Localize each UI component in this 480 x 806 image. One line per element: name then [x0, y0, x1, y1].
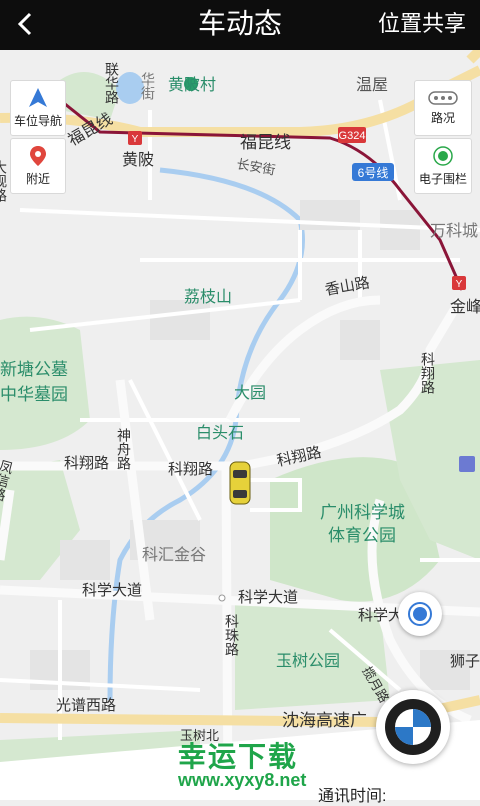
- map-label: 神舟路: [116, 428, 132, 470]
- map-label: 科学大道: [238, 589, 298, 606]
- nearby-button[interactable]: 附近: [10, 138, 66, 194]
- map-label: 大观路: [0, 160, 8, 202]
- metro-line-badge-label: 6号线: [358, 166, 389, 180]
- map-canvas: Y Y G324 6号线 黄陂村 温屋 福昆线 福昆线 黄陂 长安街 万科城 金…: [0, 46, 480, 801]
- map-label: 荔枝山: [184, 288, 232, 306]
- location-share-button[interactable]: 位置共享: [378, 8, 466, 40]
- svg-text:Y: Y: [456, 279, 463, 290]
- geofence-button[interactable]: 电子围栏: [414, 138, 472, 194]
- map-label: 联华路: [104, 62, 120, 104]
- map-label: 福昆线: [240, 133, 291, 152]
- location-dot-icon: [408, 602, 432, 626]
- map-label: 黄陂: [122, 151, 154, 169]
- bmw-logo-icon: [385, 699, 441, 755]
- map-label: 科学大道: [82, 582, 142, 599]
- map-label: 黄陂村: [168, 76, 216, 94]
- traffic-icon: [428, 91, 458, 105]
- watermark-text: 幸运下载: [178, 741, 299, 772]
- top-bar: 车动态 位置共享: [0, 0, 480, 50]
- geofence-icon: [433, 146, 453, 166]
- traffic-label: 路况: [430, 111, 455, 125]
- location-pin-icon: [30, 146, 46, 166]
- locate-me-button[interactable]: [398, 592, 442, 636]
- communication-time-label: 通讯时间:: [318, 788, 387, 805]
- map-view[interactable]: Y Y G324 6号线 黄陂村 温屋 福昆线 福昆线 黄陂 长安街 万科城 金…: [0, 46, 480, 801]
- map-label: 科翔路: [168, 461, 213, 478]
- car-icon[interactable]: [229, 461, 251, 505]
- map-label: 科珠路: [224, 614, 240, 656]
- map-label: 科翔路: [64, 455, 109, 472]
- map-label: 体育公园: [328, 526, 396, 545]
- watermark-url: www.xyxy8.net: [178, 770, 307, 790]
- svg-text:Y: Y: [132, 134, 139, 145]
- metro-station-icon: Y: [128, 131, 142, 145]
- map-label: 科学大: [358, 607, 403, 624]
- route-badge-label: G324: [339, 130, 366, 142]
- map-label: 广州科学城: [320, 503, 405, 522]
- map-label: 白头石: [196, 424, 244, 442]
- park-area: [0, 316, 90, 450]
- nearby-label: 附近: [25, 172, 50, 186]
- map-label: 万科城: [430, 222, 478, 240]
- traffic-button[interactable]: 路况: [414, 80, 472, 136]
- road-marker: [218, 594, 226, 602]
- map-label: 华街: [140, 72, 156, 100]
- map-label: 中华墓园: [0, 385, 68, 404]
- map-label: 狮子: [450, 653, 480, 670]
- metro-station-icon: Y: [452, 276, 466, 290]
- navigation-arrow-icon: [29, 88, 47, 107]
- map-label: 科翔路: [420, 352, 436, 394]
- map-label: 科汇金谷: [142, 546, 206, 564]
- hotel-icon: [459, 456, 475, 472]
- brand-logo[interactable]: [376, 690, 450, 764]
- map-label: 大园: [234, 384, 266, 402]
- map-label: 温屋: [356, 76, 388, 94]
- parking-navigation-button[interactable]: 车位导航: [10, 80, 66, 136]
- map-label: 金峰: [450, 298, 480, 316]
- map-label: 新塘公墓: [0, 360, 68, 379]
- geofence-label: 电子围栏: [418, 172, 467, 186]
- map-label: 玉树公园: [276, 652, 340, 670]
- parking-navigation-label: 车位导航: [13, 114, 62, 128]
